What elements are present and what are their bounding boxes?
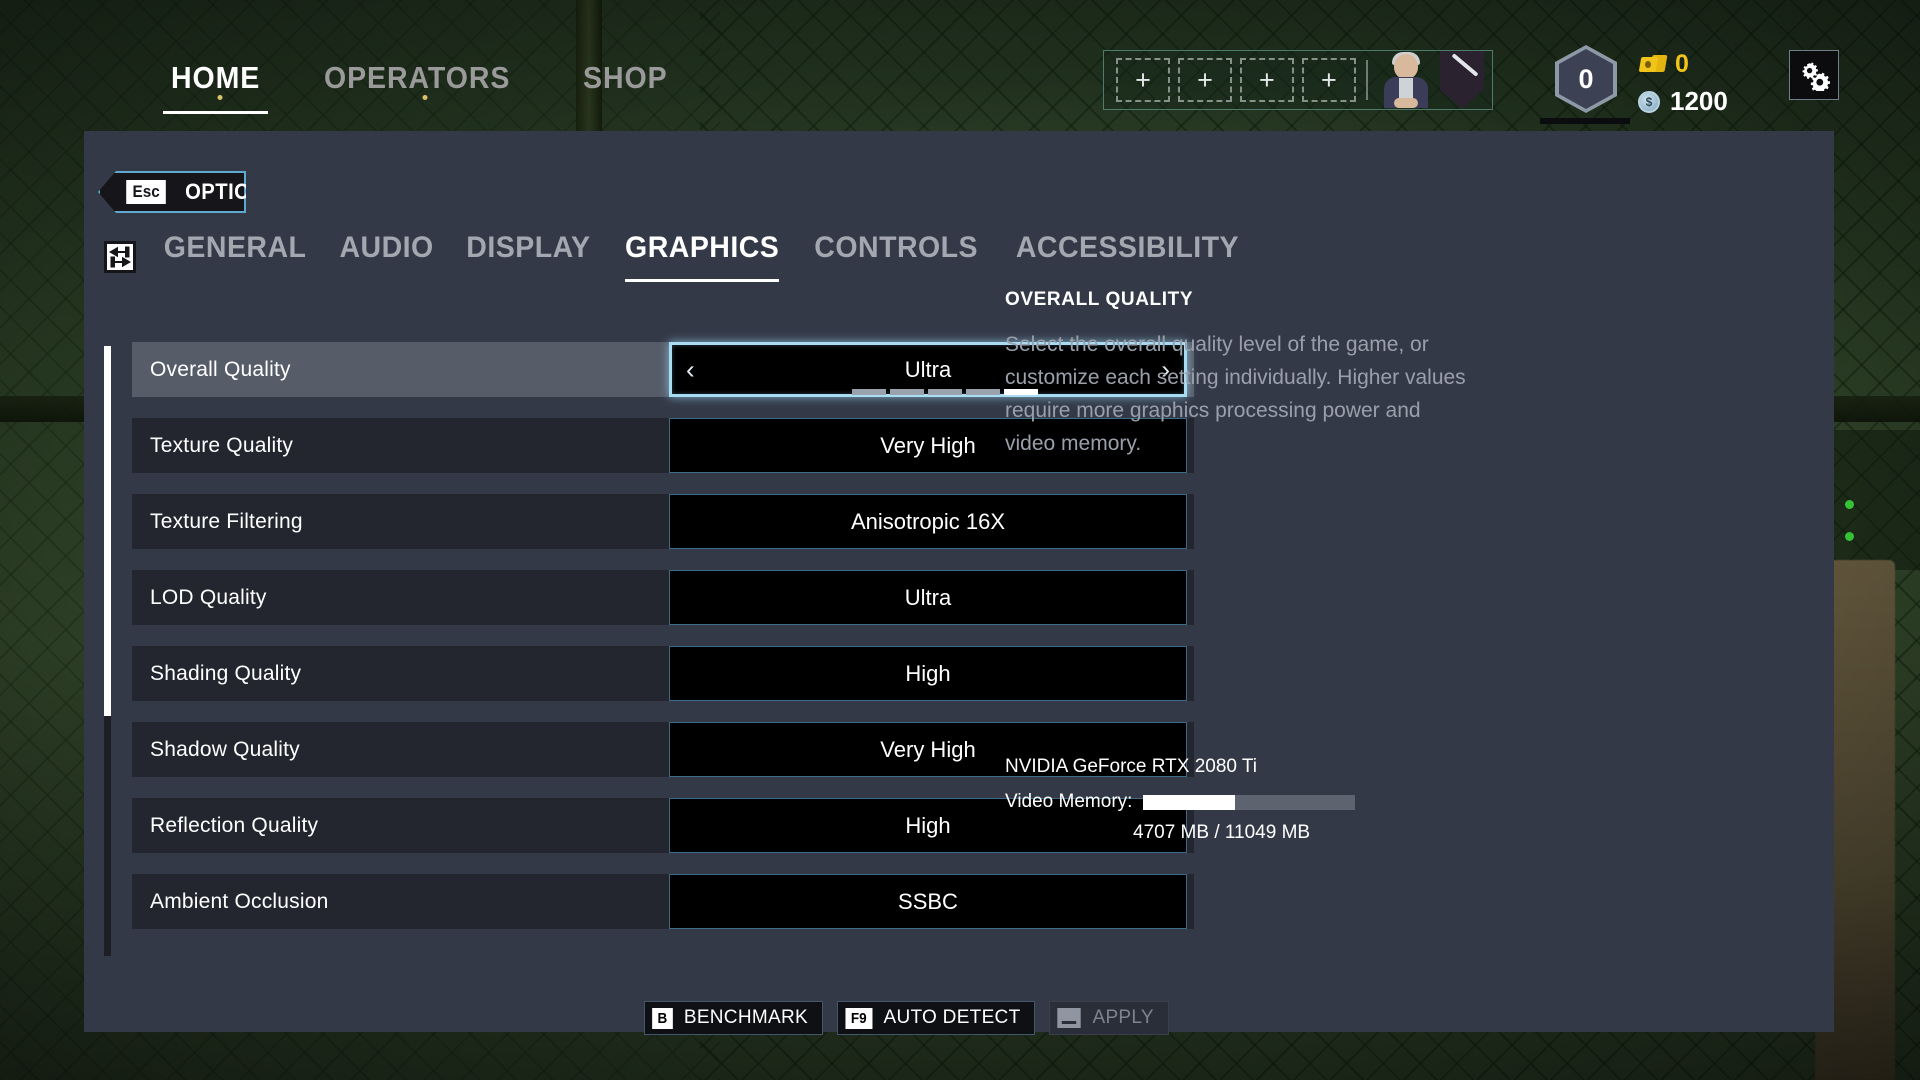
settings-scrollbar-thumb[interactable] bbox=[104, 346, 111, 716]
quality-segment bbox=[966, 389, 1000, 395]
setting-value-text: Very High bbox=[880, 432, 976, 458]
benchmark-button[interactable]: B BENCHMARK bbox=[644, 1001, 823, 1035]
quality-segment bbox=[852, 389, 886, 395]
stepper-left-arrow[interactable]: ‹ bbox=[686, 354, 695, 385]
main-menu-tabs: HOME OPERATORS SHOP bbox=[163, 60, 682, 114]
setting-label: Ambient Occlusion bbox=[150, 889, 329, 913]
video-memory-bar-fill bbox=[1143, 794, 1235, 810]
setting-value-control[interactable]: Ultra bbox=[669, 570, 1187, 625]
setting-value-text: High bbox=[905, 812, 951, 838]
loadout-bar[interactable]: + + + + bbox=[1103, 50, 1493, 110]
level-hexagon: 0 bbox=[1555, 45, 1617, 113]
coins-value: 1200 bbox=[1670, 86, 1728, 116]
avatar-head bbox=[1393, 54, 1418, 79]
description-title: OVERALL QUALITY bbox=[1005, 289, 1194, 310]
loadout-slot-3[interactable]: + bbox=[1239, 58, 1294, 102]
gpu-name: NVIDIA GeForce RTX 2080 Ti bbox=[1005, 756, 1258, 777]
setting-label: Shadow Quality bbox=[150, 737, 300, 761]
setting-value-text: SSBC bbox=[898, 888, 958, 914]
benchmark-label: BENCHMARK bbox=[683, 1007, 808, 1028]
tab-accessibility[interactable]: ACCESSIBILITY bbox=[1016, 231, 1239, 282]
setting-label: Shading Quality bbox=[150, 661, 302, 685]
setting-value-text: Ultra bbox=[904, 356, 952, 382]
operator-avatar[interactable] bbox=[1378, 52, 1430, 108]
avatar-hands bbox=[1393, 98, 1418, 108]
nav-item-shop[interactable]: SHOP bbox=[575, 60, 683, 114]
settings-gear-button[interactable] bbox=[1789, 50, 1839, 100]
quality-segment bbox=[928, 389, 962, 395]
setting-label: Overall Quality bbox=[150, 357, 291, 381]
tab-general[interactable]: GENERAL bbox=[164, 231, 307, 282]
setting-value-control[interactable]: SSBC bbox=[669, 874, 1187, 929]
options-action-buttons: B BENCHMARK F9 AUTO DETECT APPLY bbox=[644, 1001, 1169, 1035]
options-title: OPTIONS bbox=[185, 179, 280, 204]
nav-item-operators-dot bbox=[422, 95, 428, 100]
setting-value-text: Anisotropic 16X bbox=[850, 508, 1006, 534]
setting-label: Texture Filtering bbox=[150, 509, 303, 533]
esc-key-cap: Esc bbox=[126, 180, 167, 204]
loadout-slot-1[interactable]: + bbox=[1116, 58, 1170, 102]
coin-icon: $ bbox=[1638, 90, 1660, 113]
auto-detect-label: AUTO DETECT bbox=[883, 1007, 1021, 1028]
loadout-slot-4[interactable]: + bbox=[1301, 58, 1356, 102]
credits-value: 0 bbox=[1675, 50, 1689, 78]
setting-value-text: Very High bbox=[880, 736, 976, 762]
setting-value-text: Ultra bbox=[904, 584, 952, 610]
level-progress-bar bbox=[1540, 118, 1630, 124]
coins-display: $ 1200 bbox=[1638, 86, 1728, 117]
setting-value-control[interactable]: High bbox=[669, 646, 1187, 701]
setting-row[interactable]: Ambient Occlusion SSBC bbox=[132, 874, 1194, 929]
video-memory-label: Video Memory: bbox=[1005, 791, 1133, 812]
settings-tab-bar: GENERAL AUDIO DISPLAY GRAPHICS CONTROLS … bbox=[104, 231, 1272, 282]
quality-segment bbox=[890, 389, 924, 395]
video-memory-bar-track bbox=[1143, 794, 1356, 810]
gpu-info-panel: NVIDIA GeForce RTX 2080 Ti Video Memory:… bbox=[1005, 756, 1505, 844]
apply-label: APPLY bbox=[1092, 1007, 1154, 1028]
options-panel: Esc OPTIONS GENERAL AUDIO DISPLAY GRAPHI… bbox=[84, 131, 1834, 1035]
spacebar-key-cap bbox=[1057, 1008, 1082, 1028]
tab-graphics[interactable]: GRAPHICS bbox=[625, 231, 780, 282]
description-body: Select the overall quality level of the … bbox=[1005, 333, 1466, 455]
loadout-slot-2[interactable]: + bbox=[1177, 58, 1232, 102]
video-memory-row: Video Memory: bbox=[1005, 791, 1505, 813]
tab-audio[interactable]: AUDIO bbox=[340, 231, 434, 282]
credits-icon bbox=[1638, 54, 1668, 75]
setting-value-text: High bbox=[905, 660, 951, 686]
setting-label: Reflection Quality bbox=[150, 813, 319, 837]
weapon-blade bbox=[1451, 53, 1479, 77]
benchmark-key-cap: B bbox=[652, 1007, 673, 1029]
nav-item-operators[interactable]: OPERATORS bbox=[316, 60, 535, 114]
credits-display: 0 bbox=[1638, 50, 1689, 79]
nav-item-home-dot bbox=[217, 95, 222, 100]
tab-controls[interactable]: CONTROLS bbox=[815, 231, 979, 282]
setting-row[interactable]: LOD Quality Ultra bbox=[132, 570, 1194, 625]
loadout-divider bbox=[1365, 60, 1368, 100]
setting-label: Texture Quality bbox=[150, 433, 294, 457]
auto-detect-button[interactable]: F9 AUTO DETECT bbox=[836, 1001, 1036, 1035]
setting-label: LOD Quality bbox=[150, 585, 267, 609]
nav-item-home[interactable]: HOME bbox=[163, 60, 276, 114]
gear-icon bbox=[1802, 62, 1830, 91]
setting-row[interactable]: Texture Filtering Anisotropic 16X bbox=[132, 494, 1194, 549]
tab-display[interactable]: DISPLAY bbox=[467, 231, 591, 282]
apply-button: APPLY bbox=[1049, 1001, 1169, 1035]
video-memory-text: 4707 MB / 11049 MB bbox=[1133, 822, 1311, 843]
esc-options-header[interactable]: Esc OPTIONS bbox=[98, 171, 246, 213]
avatar-shirt bbox=[1398, 78, 1413, 100]
setting-value-control[interactable]: Anisotropic 16X bbox=[669, 494, 1187, 549]
top-navigation-bar: HOME OPERATORS SHOP + + + + 0 0 $ 1200 bbox=[0, 0, 1920, 124]
nav-item-operators-label: OPERATORS bbox=[324, 60, 511, 95]
nav-item-shop-label: SHOP bbox=[582, 60, 668, 95]
tab-switch-keys-icon bbox=[104, 240, 136, 273]
nav-item-home-label: HOME bbox=[171, 60, 261, 95]
nav-item-home-underline bbox=[163, 111, 268, 114]
auto-detect-key-cap: F9 bbox=[845, 1007, 872, 1029]
weapon-icon[interactable] bbox=[1439, 51, 1484, 109]
setting-description-panel: OVERALL QUALITY Select the overall quali… bbox=[1005, 289, 1475, 460]
setting-row[interactable]: Shading Quality High bbox=[132, 646, 1194, 701]
